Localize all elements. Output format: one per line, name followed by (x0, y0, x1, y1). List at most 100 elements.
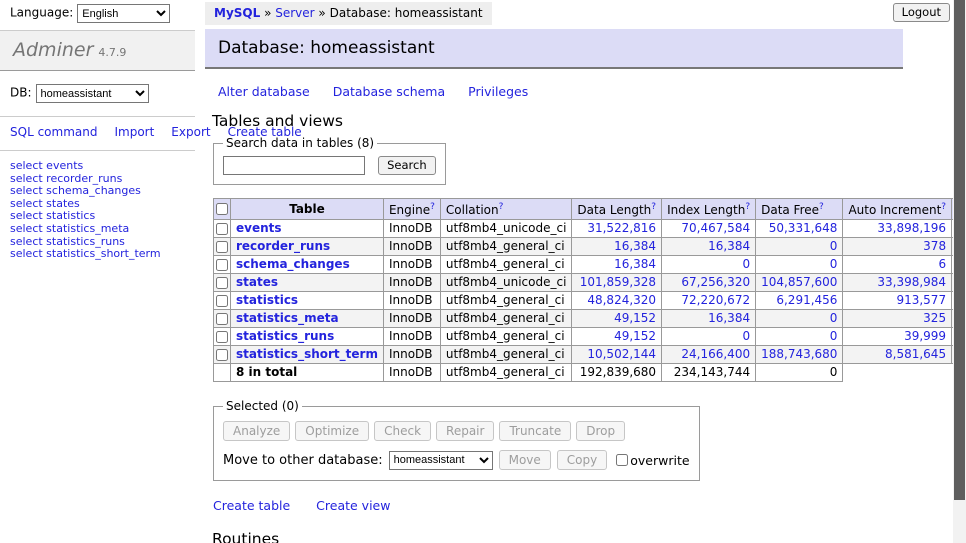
help-icon[interactable]: ? (499, 202, 504, 212)
table-link-statistics-meta[interactable]: statistics_meta (236, 311, 339, 325)
data-length-value-link[interactable]: 49,152 (614, 329, 656, 343)
data-length-value-link[interactable]: 49,152 (614, 311, 656, 325)
auto-increment-value-link[interactable]: 39,999 (904, 329, 946, 343)
column-header-auto-increment: Auto Increment? (843, 199, 952, 220)
data-free-value-link[interactable]: 0 (830, 257, 838, 271)
help-icon[interactable]: ? (651, 202, 656, 212)
data-length-value-link[interactable]: 48,824,320 (587, 293, 656, 307)
breadcrumb-separator: » (260, 6, 275, 20)
move-button: Move (499, 450, 551, 470)
brand-version: 4.7.9 (98, 46, 126, 59)
help-icon[interactable]: ? (745, 202, 750, 212)
sidebar-action-import[interactable]: Import (114, 125, 154, 139)
index-length-value-link[interactable]: 16,384 (708, 311, 750, 325)
data-length-value-link[interactable]: 10,502,144 (587, 347, 656, 361)
move-db-select[interactable]: homeassistant (389, 451, 493, 470)
table-link-states[interactable]: states (236, 275, 278, 289)
auto-increment-value-link[interactable]: 33,898,196 (877, 221, 946, 235)
data-free-value-link[interactable]: 6,291,456 (776, 293, 837, 307)
column-label: Data Length (577, 203, 651, 217)
table-link-statistics-short-term[interactable]: statistics_short_term (236, 347, 378, 361)
index-length-value-link[interactable]: 72,220,672 (681, 293, 750, 307)
data-length-value-link[interactable]: 16,384 (614, 239, 656, 253)
row-checkbox[interactable] (216, 277, 228, 289)
auto-increment-value-link[interactable]: 33,398,984 (877, 275, 946, 289)
help-icon[interactable]: ? (819, 202, 824, 212)
bulk-repair-button: Repair (436, 421, 494, 441)
db-select[interactable]: homeassistant (36, 84, 149, 103)
engine-cell: InnoDB (383, 220, 440, 238)
row-checkbox[interactable] (216, 349, 228, 361)
create-view-link[interactable]: Create view (316, 498, 390, 513)
language-select[interactable]: English (77, 4, 170, 23)
data-length-value-link[interactable]: 101,859,328 (580, 275, 656, 289)
sidebar-select-statistics-meta[interactable]: select statistics_meta (10, 223, 185, 236)
breadcrumb-item-mysql[interactable]: MySQL (214, 6, 260, 20)
subnav-privileges[interactable]: Privileges (468, 84, 528, 99)
auto-increment-value-link[interactable]: 8,581,645 (885, 347, 946, 361)
column-header-data-length: Data Length? (572, 199, 662, 220)
row-checkbox[interactable] (216, 313, 228, 325)
search-button[interactable]: Search (378, 156, 436, 175)
row-checkbox[interactable] (216, 223, 228, 235)
auto-increment-cell: 33,898,196 (843, 220, 952, 238)
auto-increment-value-link[interactable]: 378 (923, 239, 946, 253)
main-content: MySQL » Server » Database: homeassistant… (205, 0, 903, 543)
collation-cell: utf8mb4_general_ci (440, 292, 572, 310)
breadcrumb-item-server[interactable]: Server (275, 6, 314, 20)
data-length-value-link[interactable]: 31,522,816 (587, 221, 656, 235)
data-free-value-link[interactable]: 104,857,600 (761, 275, 837, 289)
table-link-events[interactable]: events (236, 221, 282, 235)
move-label: Move to other database: (223, 453, 383, 468)
row-checkbox[interactable] (216, 295, 228, 307)
table-link-recorder-runs[interactable]: recorder_runs (236, 239, 330, 253)
help-icon[interactable]: ? (941, 202, 946, 212)
auto-increment-value-link[interactable]: 325 (923, 311, 946, 325)
create-table-link[interactable]: Create table (213, 498, 290, 513)
sidebar-action-sql-command[interactable]: SQL command (10, 125, 97, 139)
index-length-value-link[interactable]: 70,467,584 (681, 221, 750, 235)
row-checkbox[interactable] (216, 241, 228, 253)
data-free-value-link[interactable]: 188,743,680 (761, 347, 837, 361)
data-free-value-link[interactable]: 0 (830, 311, 838, 325)
table-row: statistics_metaInnoDButf8mb4_general_ci4… (214, 310, 966, 328)
search-input[interactable] (223, 156, 365, 175)
index-length-value-link[interactable]: 0 (742, 329, 750, 343)
help-icon[interactable]: ? (430, 202, 435, 212)
table-link-statistics[interactable]: statistics (236, 293, 298, 307)
auto-increment-value-link[interactable]: 913,577 (896, 293, 946, 307)
index-length-value-link[interactable]: 0 (742, 257, 750, 271)
overwrite-checkbox[interactable] (616, 454, 628, 466)
help-superscript: ? (651, 202, 656, 212)
footer-collation-cell: utf8mb4_general_ci (440, 364, 572, 382)
subnav-database-schema[interactable]: Database schema (333, 84, 445, 99)
select-all-checkbox[interactable] (216, 203, 228, 215)
select-all-cell (214, 199, 231, 220)
data-length-value-link[interactable]: 16,384 (614, 257, 656, 271)
data-free-value-link[interactable]: 0 (830, 239, 838, 253)
data-free-value-link[interactable]: 50,331,648 (769, 221, 838, 235)
table-link-schema-changes[interactable]: schema_changes (236, 257, 350, 271)
data-free-cell: 0 (756, 238, 843, 256)
auto-increment-value-link[interactable]: 6 (938, 257, 946, 271)
subnav-alter-database[interactable]: Alter database (218, 84, 310, 99)
table-row: statistics_runsInnoDButf8mb4_general_ci4… (214, 328, 966, 346)
vertical-scrollbar-thumb[interactable] (954, 0, 965, 500)
vertical-scrollbar-track[interactable] (953, 0, 966, 543)
sidebar-select-events[interactable]: select events (10, 160, 185, 173)
data-free-cell: 6,291,456 (756, 292, 843, 310)
table-link-statistics-runs[interactable]: statistics_runs (236, 329, 334, 343)
search-fieldset: Search data in tables (8) Search (213, 136, 446, 185)
sidebar-select-schema-changes[interactable]: select schema_changes (10, 185, 185, 198)
engine-cell: InnoDB (383, 310, 440, 328)
sidebar-select-statistics-short-term[interactable]: select statistics_short_term (10, 248, 185, 261)
index-length-value-link[interactable]: 24,166,400 (681, 347, 750, 361)
index-length-value-link[interactable]: 16,384 (708, 239, 750, 253)
data-free-value-link[interactable]: 0 (830, 329, 838, 343)
help-superscript: ? (941, 202, 946, 212)
row-checkbox[interactable] (216, 331, 228, 343)
index-length-value-link[interactable]: 67,256,320 (681, 275, 750, 289)
row-checkbox[interactable] (216, 259, 228, 271)
collation-cell: utf8mb4_general_ci (440, 346, 572, 364)
table-name-cell: statistics_meta (231, 310, 384, 328)
